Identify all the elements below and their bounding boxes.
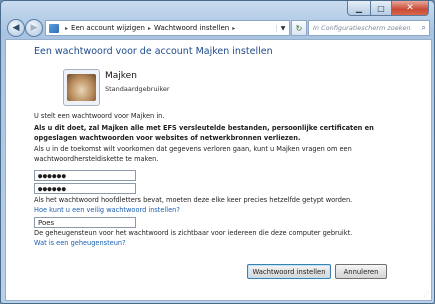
reset-disk-hint: Als u in de toekomst wilt voorkomen dat …	[34, 145, 352, 163]
user-type: Standaardgebruiker	[105, 85, 170, 93]
cancel-button[interactable]: Annuleren	[335, 264, 387, 279]
forward-arrow-icon[interactable]: ▶	[25, 19, 43, 37]
chevron-right-icon: ▸	[232, 24, 236, 32]
new-password-value: ●●●●●●	[38, 171, 67, 180]
case-sensitivity-hint: Als het wachtwoord hoofdletters bevat, m…	[34, 196, 353, 204]
secure-password-link[interactable]: Hoe kunt u een veilig wachtwoord instell…	[34, 206, 180, 214]
search-icon[interactable]: ⌕	[422, 23, 426, 33]
password-hint-value: Poes	[38, 218, 55, 227]
breadcrumb-account-change[interactable]: Een account wijzigen	[71, 24, 145, 32]
warning-text: Als u dit doet, zal Majken alle met EFS …	[34, 124, 374, 142]
password-hint-field[interactable]: Poes	[34, 217, 136, 228]
back-arrow-icon[interactable]: ◀	[7, 19, 25, 37]
avatar	[63, 69, 100, 106]
breadcrumb-set-password[interactable]: Wachtwoord instellen	[154, 24, 229, 32]
refresh-icon[interactable]: ↻	[291, 20, 307, 36]
caption-buttons: ▁ □ ✕	[347, 1, 429, 16]
window: ▁ □ ✕ ◀ ▶ ▸ Een account wijzigen ▸ Wacht…	[0, 0, 435, 304]
set-password-button[interactable]: Wachtwoord instellen	[247, 264, 331, 279]
chevron-down-icon[interactable]: ▼	[276, 24, 289, 32]
address-bar[interactable]: ▸ Een account wijzigen ▸ Wachtwoord inst…	[45, 20, 290, 36]
search-placeholder: In Configuratiescherm zoeken	[313, 24, 411, 32]
minimize-button[interactable]: ▁	[347, 1, 371, 16]
control-panel-icon	[49, 23, 59, 33]
chevron-right-icon: ▸	[65, 24, 69, 32]
navigation-bar: ◀ ▶ ▸ Een account wijzigen ▸ Wachtwoord …	[5, 17, 430, 37]
chevron-right-icon: ▸	[147, 24, 151, 32]
new-password-field[interactable]: ●●●●●●	[34, 170, 136, 181]
maximize-button[interactable]: □	[371, 1, 392, 16]
intro-text: U stelt een wachtwoord voor Majken in.	[34, 112, 165, 120]
search-input[interactable]: In Configuratiescherm zoeken ⌕	[308, 20, 430, 36]
resize-grip-icon[interactable]: ⋰	[423, 291, 429, 298]
user-name: Majken	[105, 71, 137, 81]
close-button[interactable]: ✕	[392, 1, 429, 16]
user-picture	[67, 74, 96, 101]
what-is-hint-link[interactable]: Wat is een geheugensteun?	[34, 239, 126, 247]
main-content: Een wachtwoord voor de account Majken in…	[5, 39, 432, 301]
hint-visibility-note: De geheugensteun voor het wachtwoord is …	[34, 229, 353, 237]
confirm-password-value: ●●●●●●	[38, 184, 67, 193]
page-title: Een wachtwoord voor de account Majken in…	[34, 46, 273, 57]
confirm-password-field[interactable]: ●●●●●●	[34, 183, 136, 194]
